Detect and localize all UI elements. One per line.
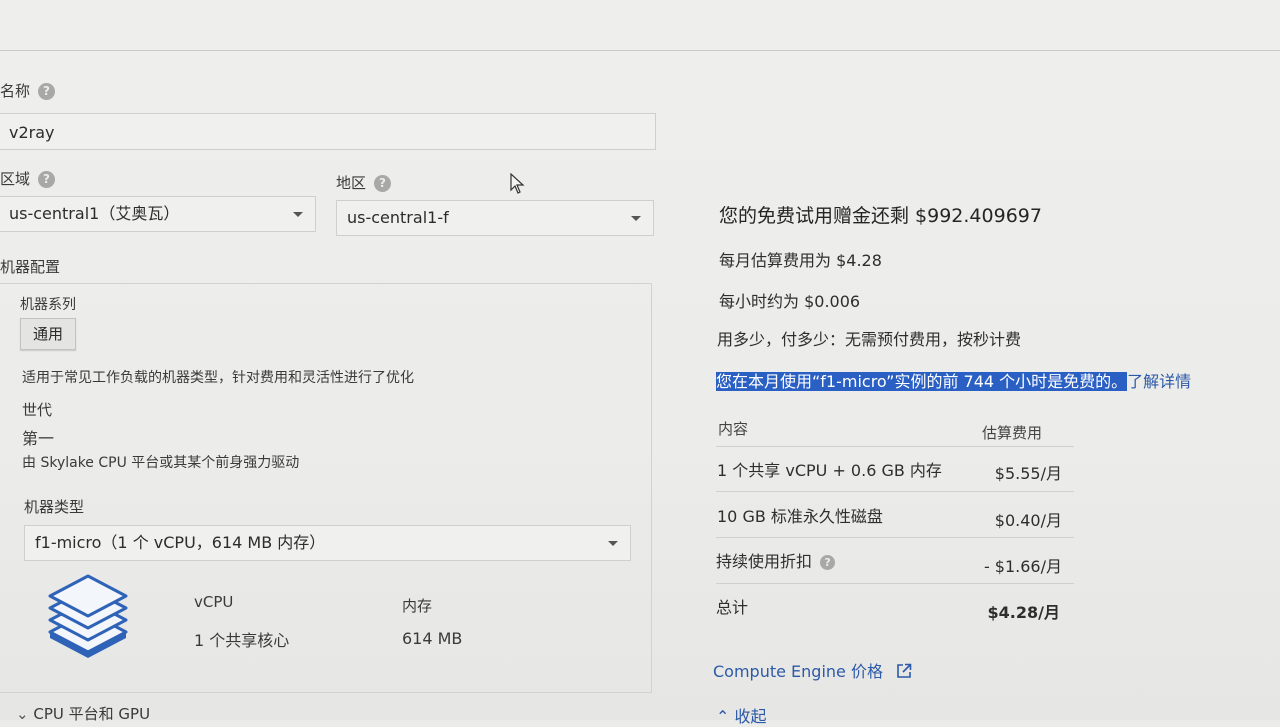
table-row-total-label: 总计 — [716, 598, 749, 617]
general-description: 适用于常见工作负载的机器类型，针对费用和灵活性进行了优化 — [22, 370, 414, 386]
table-header-cost: 估算费用 — [982, 424, 1043, 442]
cpu-gpu-link-text: CPU 平台和 GPU — [33, 705, 151, 723]
machine-series-label: 机器系列 — [20, 297, 76, 313]
generation-value: 第一 — [22, 429, 55, 448]
table-row-item: 持续使用折扣? — [716, 548, 836, 572]
table-row-cost: $0.40/月 — [994, 511, 1062, 530]
machine-config-label: 机器配置 — [0, 258, 61, 276]
table-divider — [716, 446, 1074, 447]
memory-label: 内存 — [402, 597, 433, 615]
table-row-item: 10 GB 标准永久性磁盘 — [717, 507, 883, 526]
name-input-value: v2ray — [9, 123, 55, 142]
help-icon[interactable]: ? — [38, 171, 56, 188]
machine-type-label: 机器类型 — [24, 498, 85, 516]
machine-type-select-value: f1-micro（1 个 vCPU，614 MB 内存） — [35, 533, 326, 552]
billing-note: 用多少，付多少：无需预付费用，按秒计费 — [717, 330, 1022, 349]
pricing-link-text: Compute Engine 价格 — [713, 662, 883, 681]
free-hours-highlight: 您在本月使用“f1-micro”实例的前 744 个小时是免费的。 — [716, 372, 1128, 391]
sustained-discount-label: 持续使用折扣 — [716, 552, 813, 571]
table-row-cost: $5.55/月 — [994, 464, 1062, 483]
dropdown-arrow-icon — [631, 216, 641, 221]
zone-select[interactable]: us-central1-f — [336, 200, 654, 236]
help-icon[interactable]: ? — [38, 83, 56, 100]
vcpu-label: vCPU — [194, 593, 234, 611]
table-row-item: 1 个共享 vCPU + 0.6 GB 内存 — [717, 461, 942, 480]
dropdown-arrow-icon — [293, 212, 303, 217]
name-input[interactable]: v2ray — [0, 113, 656, 150]
generation-description: 由 Skylake CPU 平台或其某个前身强力驱动 — [22, 455, 300, 471]
table-row-total-cost: $4.28/月 — [987, 603, 1060, 622]
table-row-cost: - $1.66/月 — [983, 557, 1062, 576]
table-header-item: 内容 — [718, 420, 749, 438]
zone-label-text: 地区 — [336, 174, 367, 192]
name-label-text: 名称 — [0, 82, 31, 100]
region-label-text: 区域 — [0, 170, 31, 188]
dropdown-arrow-icon — [608, 541, 618, 546]
chevron-down-icon: ⌄ — [16, 705, 29, 723]
cpu-gpu-expander[interactable]: ⌄ CPU 平台和 GPU — [16, 703, 150, 724]
divider — [0, 50, 1280, 51]
help-icon[interactable]: ? — [374, 175, 392, 192]
collapse-text: 收起 — [734, 707, 767, 726]
general-purpose-tab[interactable]: 通用 — [20, 318, 76, 350]
machine-layers-icon — [48, 574, 128, 658]
pricing-link[interactable]: Compute Engine 价格 — [713, 658, 912, 682]
zone-select-value: us-central1-f — [347, 208, 449, 227]
hourly-estimate: 每小时约为 $0.006 — [719, 292, 861, 311]
zone-label: 地区? — [336, 172, 392, 193]
region-select-value: us-central1（艾奥瓦） — [9, 204, 180, 223]
region-label: 区域? — [0, 168, 56, 189]
name-label: 名称? — [0, 80, 56, 101]
machine-type-select[interactable]: f1-micro（1 个 vCPU，614 MB 内存） — [24, 525, 631, 561]
monthly-estimate: 每月估算费用为 $4.28 — [719, 251, 882, 270]
free-credit-text: 您的免费试用赠金还剩 $992.409697 — [719, 205, 1042, 227]
external-link-icon — [897, 663, 912, 678]
memory-value: 614 MB — [402, 629, 463, 648]
mouse-cursor-icon — [510, 173, 525, 194]
table-divider — [716, 583, 1074, 584]
collapse-toggle[interactable]: ⌃ 收起 — [716, 703, 767, 727]
help-icon[interactable]: ? — [820, 555, 836, 570]
generation-label: 世代 — [22, 401, 53, 419]
learn-more-link[interactable]: 了解详情 — [1127, 372, 1191, 391]
free-hours-note: 您在本月使用“f1-micro”实例的前 744 个小时是免费的。了解详情 — [716, 368, 1191, 392]
table-divider — [716, 537, 1074, 538]
vcpu-value: 1 个共享核心 — [194, 631, 290, 650]
page: 名称? v2ray 区域? us-central1（艾奥瓦） 地区? us-ce… — [0, 0, 1280, 726]
chevron-up-icon: ⌃ — [716, 707, 730, 726]
table-divider — [716, 491, 1074, 492]
region-select[interactable]: us-central1（艾奥瓦） — [0, 196, 316, 232]
